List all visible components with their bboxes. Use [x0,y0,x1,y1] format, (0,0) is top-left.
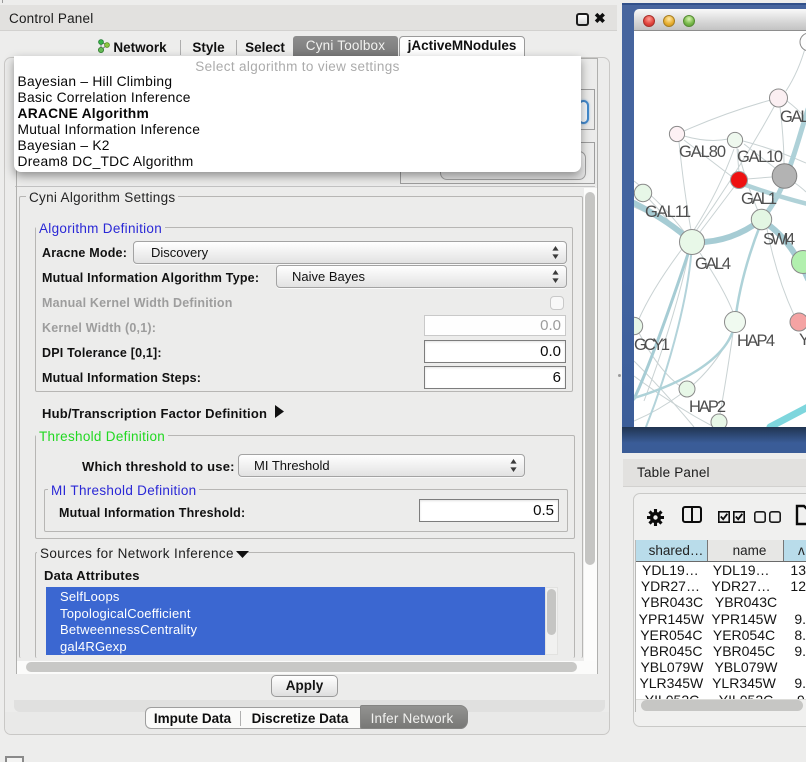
svg-text:GAL80: GAL80 [679,143,726,161]
svg-text:HAP2: HAP2 [689,398,726,416]
svg-text:GCY1: GCY1 [634,336,670,354]
svg-text:GAL1: GAL1 [741,190,777,208]
svg-text:GAL4: GAL4 [695,255,731,273]
svg-text:GAL2: GAL2 [780,108,806,126]
svg-text:GAL10: GAL10 [737,148,783,166]
svg-text:SWI4: SWI4 [763,231,795,249]
svg-text:Y: Y [799,331,806,349]
svg-text:HAP4: HAP4 [737,332,775,350]
svg-text:GAL11: GAL11 [645,203,691,221]
